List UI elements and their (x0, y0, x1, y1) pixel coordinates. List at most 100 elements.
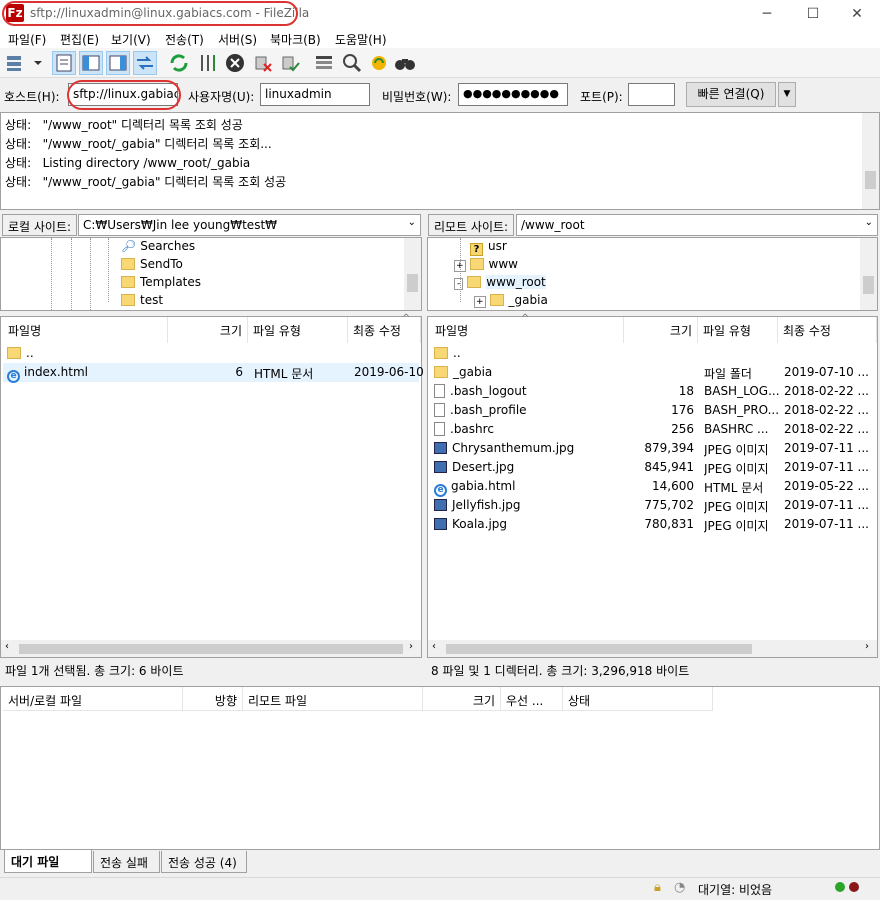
password-label: 비밀번호(W): (382, 90, 452, 104)
password-input[interactable]: ●●●●●●●●●● (458, 83, 568, 106)
minimize-button[interactable]: ─ (744, 0, 790, 28)
remote-row[interactable]: .. (430, 344, 876, 363)
sync-browse-icon[interactable] (367, 51, 391, 75)
menu-transfer[interactable]: 전송(T) (165, 31, 204, 48)
remote-tree-item-selected[interactable]: - www_root (454, 275, 546, 290)
folder-icon (489, 294, 504, 306)
tree-guide-line (90, 238, 91, 310)
toggle-remote-tree-icon[interactable] (106, 51, 130, 75)
remote-row[interactable]: Desert.jpg 845,941 JPEG 이미지 2019-07-11 .… (430, 458, 876, 477)
queue-col-local-file[interactable]: 서버/로컬 파일 (3, 687, 183, 711)
process-queue-icon[interactable] (196, 51, 220, 75)
toggle-message-log-icon[interactable] (52, 51, 76, 75)
tab-successful-transfers[interactable]: 전송 성공 (4) (161, 851, 247, 873)
local-tree-item-selected[interactable]: test (121, 293, 163, 307)
row-type: JPEG 이미지 (704, 500, 769, 514)
scroll-right-icon[interactable]: › (865, 641, 869, 652)
user-input[interactable]: linuxadmin (260, 83, 370, 106)
menu-file[interactable]: 파일(F) (8, 31, 46, 48)
remote-col-type[interactable]: 파일 유형 (698, 317, 778, 343)
maximize-button[interactable]: ☐ (790, 0, 836, 28)
port-input[interactable] (628, 83, 675, 106)
expand-icon[interactable]: + (474, 296, 486, 308)
chevron-down-icon[interactable]: ⌄ (408, 217, 416, 228)
tab-failed-transfers[interactable]: 전송 실패 (93, 851, 160, 873)
remote-path-input[interactable]: /www_root ⌄ (516, 214, 878, 236)
row-name: .. (434, 346, 461, 360)
collapse-icon[interactable]: - (454, 278, 464, 290)
disconnect-icon[interactable] (251, 51, 275, 75)
row-size: 14,600 (652, 479, 694, 493)
host-highlight-ellipse (67, 80, 181, 110)
local-tree-item[interactable]: Templates (121, 275, 201, 289)
expand-icon[interactable]: + (454, 260, 466, 272)
remote-row[interactable]: .bash_profile 176 BASH_PRO... 2018-02-22… (430, 401, 876, 420)
local-tree-item[interactable]: SendTo (121, 257, 183, 271)
tab-queued-files[interactable]: 대기 파일 (4, 850, 92, 873)
local-path-input[interactable]: C:₩Users₩Jin lee young₩test₩ ⌄ (78, 214, 421, 236)
scroll-left-icon[interactable]: ‹ (432, 641, 436, 652)
filter-icon[interactable] (312, 51, 336, 75)
remote-col-modified[interactable]: 최종 수정 (778, 317, 877, 343)
search-icon[interactable] (340, 51, 364, 75)
close-button[interactable]: ✕ (834, 0, 880, 28)
cancel-icon[interactable] (223, 51, 247, 75)
log-line: 상태: Listing directory /www_root/_gabia (5, 156, 251, 170)
queue-col-priority[interactable]: 우선 ... (501, 687, 563, 711)
log-scrollbar-thumb[interactable] (865, 171, 876, 189)
remote-row[interactable]: e gabia.html 14,600 HTML 문서 2019-05-22 ..… (430, 477, 876, 497)
menu-view[interactable]: 보기(V) (111, 31, 151, 48)
remote-row[interactable]: _gabia 파일 폴더 2019-07-10 ... (430, 363, 876, 382)
queue-col-direction[interactable]: 방향 (183, 687, 243, 711)
local-tree-scrollbar-thumb[interactable] (407, 274, 418, 292)
local-row-parent[interactable]: .. (3, 344, 419, 363)
menu-help[interactable]: 도움말(H) (335, 31, 387, 48)
scroll-right-icon[interactable]: › (409, 641, 413, 652)
local-tree-item[interactable]: 🔎︎ Searches (121, 239, 195, 253)
local-col-filename[interactable]: 파일명 (3, 317, 168, 343)
toggle-local-tree-icon[interactable] (79, 51, 103, 75)
local-tree: 🔎︎ Searches SendTo Templates test (0, 237, 422, 311)
local-row-selected[interactable]: e index.html 6 HTML 문서 2019-06-10 (3, 363, 424, 383)
menu-server[interactable]: 서버(S) (218, 31, 257, 48)
folder-icon (121, 276, 135, 288)
local-list-hscrollbar[interactable]: ‹ › (1, 640, 421, 657)
remote-tree-scrollbar[interactable] (860, 238, 877, 310)
remote-row[interactable]: Jellyfish.jpg 775,702 JPEG 이미지 2019-07-1… (430, 496, 876, 515)
queue-col-size[interactable]: 크기 (423, 687, 501, 711)
remote-row[interactable]: Chrysanthemum.jpg 879,394 JPEG 이미지 2019-… (430, 439, 876, 458)
remote-row[interactable]: .bash_logout 18 BASH_LOG... 2018-02-22 .… (430, 382, 876, 401)
remote-list-hscrollbar[interactable]: ‹ › (428, 640, 877, 657)
remote-row[interactable]: .bashrc 256 BASHRC ... 2018-02-22 ... (430, 420, 876, 439)
hscroll-thumb[interactable] (446, 644, 752, 654)
scroll-left-icon[interactable]: ‹ (5, 641, 9, 652)
log-scrollbar[interactable] (862, 113, 879, 209)
reconnect-icon[interactable] (278, 51, 302, 75)
remote-tree-scrollbar-thumb[interactable] (863, 276, 874, 294)
folder-icon (434, 347, 448, 359)
quickconnect-history-dropdown[interactable]: ▼ (778, 82, 796, 107)
find-files-icon[interactable] (393, 51, 417, 75)
remote-row[interactable]: Koala.jpg 780,831 JPEG 이미지 2019-07-11 ..… (430, 515, 876, 534)
queue-col-status[interactable]: 상태 (563, 687, 713, 711)
menu-edit[interactable]: 편집(E) (60, 31, 99, 48)
row-name: .. (7, 346, 34, 360)
queue-col-remote-file[interactable]: 리모트 파일 (243, 687, 423, 711)
local-col-type[interactable]: 파일 유형 (248, 317, 348, 343)
menu-bookmarks[interactable]: 북마크(B) (270, 31, 321, 48)
local-col-size[interactable]: 크기 (168, 317, 248, 343)
remote-tree-item[interactable]: ? usr (470, 239, 507, 256)
local-tree-scrollbar[interactable] (404, 238, 421, 310)
site-manager-icon[interactable] (4, 51, 44, 75)
remote-tree-item[interactable]: + _gabia (474, 293, 548, 308)
remote-site-label: 리모트 사이트: (428, 214, 515, 236)
row-size: 845,941 (644, 460, 694, 474)
speed-limit-icon[interactable]: ◔ (674, 880, 685, 895)
hscroll-thumb[interactable] (19, 644, 403, 654)
toggle-transfer-queue-icon[interactable] (133, 51, 157, 75)
remote-tree-item[interactable]: + www (454, 257, 518, 272)
chevron-down-icon[interactable]: ⌄ (865, 217, 873, 228)
remote-col-size[interactable]: 크기 (624, 317, 698, 343)
quickconnect-button[interactable]: 빠른 연결(Q) (686, 82, 776, 107)
refresh-icon[interactable] (167, 51, 191, 75)
